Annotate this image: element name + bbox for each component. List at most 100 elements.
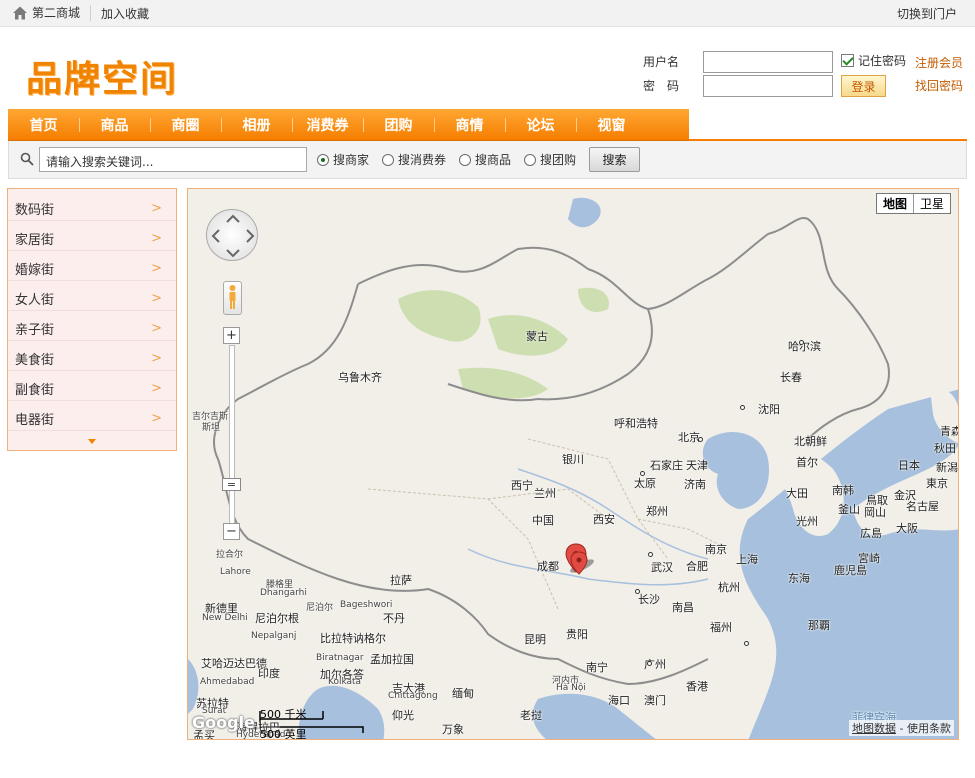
logo[interactable]: 品牌空间: [26, 50, 178, 102]
nav-item-forum[interactable]: 论坛: [505, 109, 576, 141]
map-label: 北京: [678, 431, 700, 444]
option-label: 搜消费券: [398, 153, 447, 167]
category-item-appliances[interactable]: 电器街 >: [8, 401, 176, 431]
nav-item-group-buy[interactable]: 团购: [363, 109, 434, 141]
nav-item-business-district[interactable]: 商圈: [150, 109, 221, 141]
chevron-right-icon: >: [151, 231, 162, 246]
search-input[interactable]: 请输入搜索关键词...: [39, 147, 307, 172]
city-marker: [648, 552, 653, 557]
search-option-product[interactable]: 搜商品: [459, 151, 511, 168]
map-label: 比拉特讷格尔: [320, 632, 386, 645]
pan-arrows-icon: [211, 214, 255, 258]
map-attribution: 地图数据 - 使用条款: [849, 720, 954, 736]
map-label: 海口: [608, 694, 630, 707]
map-label: Chittagong: [388, 691, 438, 701]
zoom-slider-handle[interactable]: =: [222, 478, 241, 491]
category-item-women[interactable]: 女人街 >: [8, 281, 176, 311]
radio-button[interactable]: [524, 153, 536, 166]
password-input[interactable]: [703, 75, 833, 97]
search-icon: [20, 152, 34, 166]
zoom-slider-track[interactable]: [229, 345, 235, 530]
home-link[interactable]: 第二商城: [12, 4, 80, 21]
register-link[interactable]: 注册会员: [915, 54, 963, 71]
nav-item-business-info[interactable]: 商情: [434, 109, 505, 141]
category-item-wedding[interactable]: 婚嫁街 >: [8, 251, 176, 281]
nav-item-products[interactable]: 商品: [79, 109, 150, 141]
expand-more-icon[interactable]: [88, 439, 96, 444]
nav-item-albums[interactable]: 相册: [221, 109, 292, 141]
map-label: 拉合尔: [216, 550, 244, 560]
zoom-in-button[interactable]: +: [223, 327, 240, 344]
remember-password[interactable]: 记住密码: [841, 52, 906, 69]
map-label: 岡山: [864, 506, 886, 519]
category-label: 数码街: [15, 203, 55, 218]
map-label: 杭州: [718, 581, 740, 594]
search-option-merchant[interactable]: 搜商家: [317, 151, 369, 168]
map-label: 乌鲁木齐: [338, 371, 382, 384]
pegman-icon: [229, 285, 236, 309]
city-marker: [640, 471, 645, 476]
map-label: 西宁: [511, 479, 533, 492]
map-label: 合肥: [686, 560, 708, 573]
map-label: 南宁: [586, 661, 608, 674]
add-favorite-link[interactable]: 加入收藏: [101, 5, 149, 22]
map-label: 南京: [705, 543, 727, 556]
map-type-switch: 地图 卫星: [875, 193, 951, 214]
map-label: 成都: [537, 560, 559, 573]
map-label: 南昌: [672, 601, 694, 614]
category-item-food[interactable]: 美食街 >: [8, 341, 176, 371]
street-view-pegman[interactable]: [223, 281, 242, 315]
login-button[interactable]: 登录: [841, 75, 886, 97]
google-logo[interactable]: Google: [192, 713, 255, 732]
radio-button[interactable]: [317, 153, 329, 166]
top-bar: 第二商城 加入收藏 切换到门户: [0, 0, 975, 27]
nav-item-home[interactable]: 首页: [8, 109, 79, 141]
radio-button[interactable]: [459, 153, 471, 166]
remember-checkbox[interactable]: [841, 54, 854, 67]
divider: [90, 5, 91, 21]
category-item-parenting[interactable]: 亲子街 >: [8, 311, 176, 341]
map-label: 仰光: [392, 709, 414, 722]
map-label: 斯坦: [202, 423, 221, 433]
nav-item-coupons[interactable]: 消费券: [292, 109, 363, 141]
city-marker: [799, 340, 804, 345]
terms-link[interactable]: - 使用条款: [896, 722, 951, 735]
map-view[interactable]: 地图 卫星 + = − 蒙古 乌鲁木齐 哈尔滨 长春 沈阳 呼和浩特 北京 天津…: [187, 188, 959, 740]
map-label: 那覇: [808, 619, 830, 632]
category-label: 女人街: [15, 293, 55, 308]
site-name: 第二商城: [32, 6, 81, 20]
map-label: 拉萨: [390, 574, 412, 587]
map-label: 郑州: [646, 505, 668, 518]
chevron-right-icon: >: [151, 321, 162, 336]
map-label: 広島: [860, 527, 882, 540]
search-option-coupon[interactable]: 搜消费券: [382, 151, 446, 168]
username-input[interactable]: [703, 51, 833, 73]
category-item-home[interactable]: 家居街 >: [8, 221, 176, 251]
map-label: 长沙: [638, 593, 660, 606]
map-label: Bageshwori: [340, 600, 393, 610]
map-label: 印度: [258, 667, 280, 680]
city-marker: [740, 405, 745, 410]
zoom-out-button[interactable]: −: [223, 523, 240, 540]
pan-control[interactable]: [206, 209, 258, 261]
map-label: 新潟: [936, 461, 958, 474]
map-label: Biratnagar: [316, 653, 364, 663]
map-type-satellite-button[interactable]: 卫星: [913, 194, 950, 213]
map-label: Dhangarhi: [260, 588, 307, 598]
map-type-map-button[interactable]: 地图: [876, 194, 914, 213]
search-option-group-buy[interactable]: 搜团购: [524, 151, 576, 168]
search-button[interactable]: 搜索: [589, 147, 640, 172]
map-label: 上海: [736, 553, 758, 566]
map-label: 南韩: [832, 484, 854, 497]
map-label: 东海: [788, 572, 810, 585]
forgot-password-link[interactable]: 找回密码: [915, 77, 963, 94]
nav-item-window[interactable]: 视窗: [576, 109, 647, 141]
radio-button[interactable]: [382, 153, 394, 166]
category-item-digital[interactable]: 数码街 >: [8, 191, 176, 221]
switch-portal-link[interactable]: 切换到门户: [897, 5, 957, 22]
map-label: New Delhi: [202, 613, 248, 623]
map-data-link[interactable]: 地图数据: [852, 722, 896, 735]
category-label: 婚嫁街: [15, 263, 55, 278]
category-item-groceries[interactable]: 副食街 >: [8, 371, 176, 401]
map-label: 鹿児島: [834, 564, 867, 577]
